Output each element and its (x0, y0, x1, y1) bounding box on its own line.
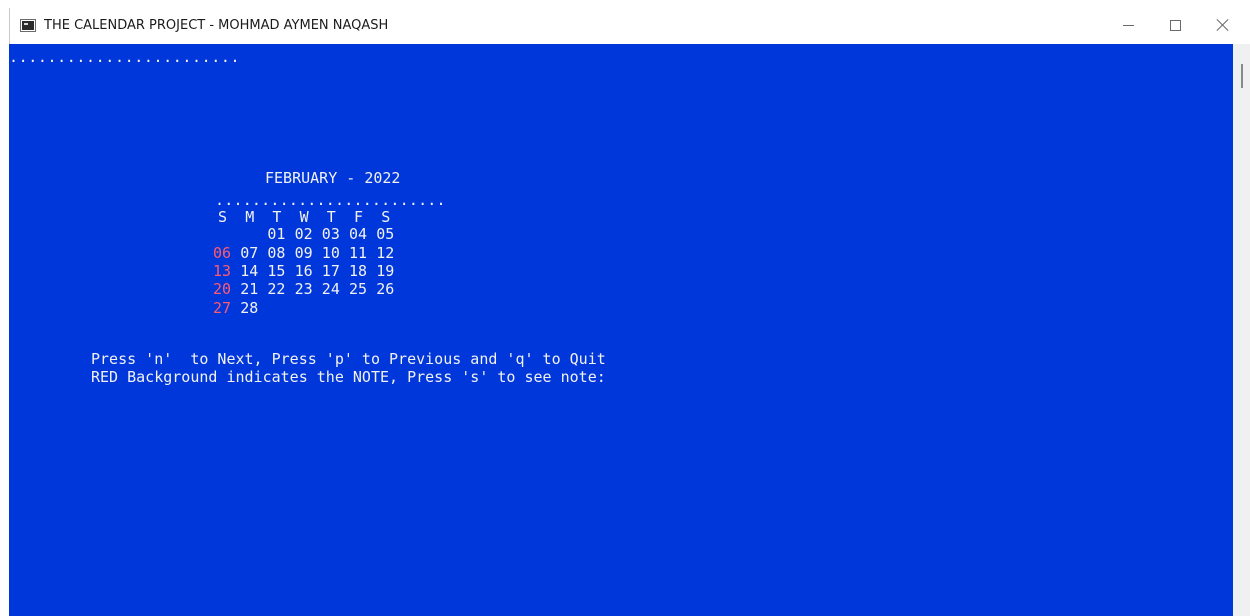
calendar-day-sunday: 27 (213, 298, 232, 317)
calendar-day: 19 (376, 261, 395, 280)
minimize-button[interactable] (1105, 10, 1151, 40)
calendar-day: 08 (267, 243, 286, 262)
calendar-day: 25 (349, 280, 368, 299)
calendar-day: 04 (349, 225, 368, 244)
weekday-label: S (218, 208, 228, 226)
instruction-navigation: Press 'n' to Next, Press 'p' to Previous… (91, 350, 606, 368)
calendar-month-title: FEBRUARY - 2022 (265, 169, 401, 187)
scrollbar-thumb[interactable] (1241, 64, 1243, 88)
calendar-day: 09 (294, 243, 313, 262)
calendar-day: 17 (321, 261, 340, 280)
weekday-label: W (299, 208, 309, 226)
vertical-scrollbar[interactable] (1233, 44, 1250, 616)
calendar-day: 22 (267, 280, 286, 299)
calendar-day: 05 (376, 225, 395, 244)
minimize-icon (1122, 24, 1134, 26)
calendar-day: 03 (321, 225, 340, 244)
calendar-day: 28 (240, 298, 259, 317)
maximize-button[interactable] (1152, 10, 1198, 40)
top-dots-line: ........................ (9, 48, 241, 66)
calendar-day-sunday: 06 (213, 243, 232, 262)
calendar-day: 16 (294, 261, 313, 280)
maximize-icon (1169, 19, 1181, 31)
calendar-day: 02 (294, 225, 313, 244)
title-bar[interactable]: THE CALENDAR PROJECT - MOHMAD AYMEN NAQA… (0, 0, 1250, 44)
console-app-icon[interactable] (20, 19, 36, 32)
close-icon (1216, 18, 1230, 32)
calendar-separator: ......................... (215, 191, 446, 209)
calendar-day: 15 (267, 261, 286, 280)
calendar-day: 01 (267, 225, 286, 244)
calendar-day: 11 (349, 243, 368, 262)
console-output[interactable]: ........................ FEBRUARY - 2022… (9, 44, 1233, 616)
weekday-label: M (245, 208, 255, 226)
calendar-day-sunday: 20 (213, 280, 232, 299)
weekday-label: S (381, 208, 391, 226)
calendar-day: 23 (294, 280, 313, 299)
weekday-label: F (354, 208, 364, 226)
calendar-day: 07 (240, 243, 259, 262)
calendar-day: 12 (376, 243, 395, 262)
calendar-day-sunday: 13 (213, 261, 232, 280)
calendar-day: 18 (349, 261, 368, 280)
window-edge (9, 8, 10, 44)
weekday-label: T (272, 208, 282, 226)
calendar-day: 24 (321, 280, 340, 299)
close-button[interactable] (1200, 10, 1246, 40)
calendar-day: 21 (240, 280, 259, 299)
calendar-day: 10 (321, 243, 340, 262)
window-title: THE CALENDAR PROJECT - MOHMAD AYMEN NAQA… (44, 18, 389, 33)
instruction-note: RED Background indicates the NOTE, Press… (91, 368, 606, 386)
calendar-day: 26 (376, 280, 395, 299)
weekday-label: T (326, 208, 336, 226)
calendar-day: 14 (240, 261, 259, 280)
